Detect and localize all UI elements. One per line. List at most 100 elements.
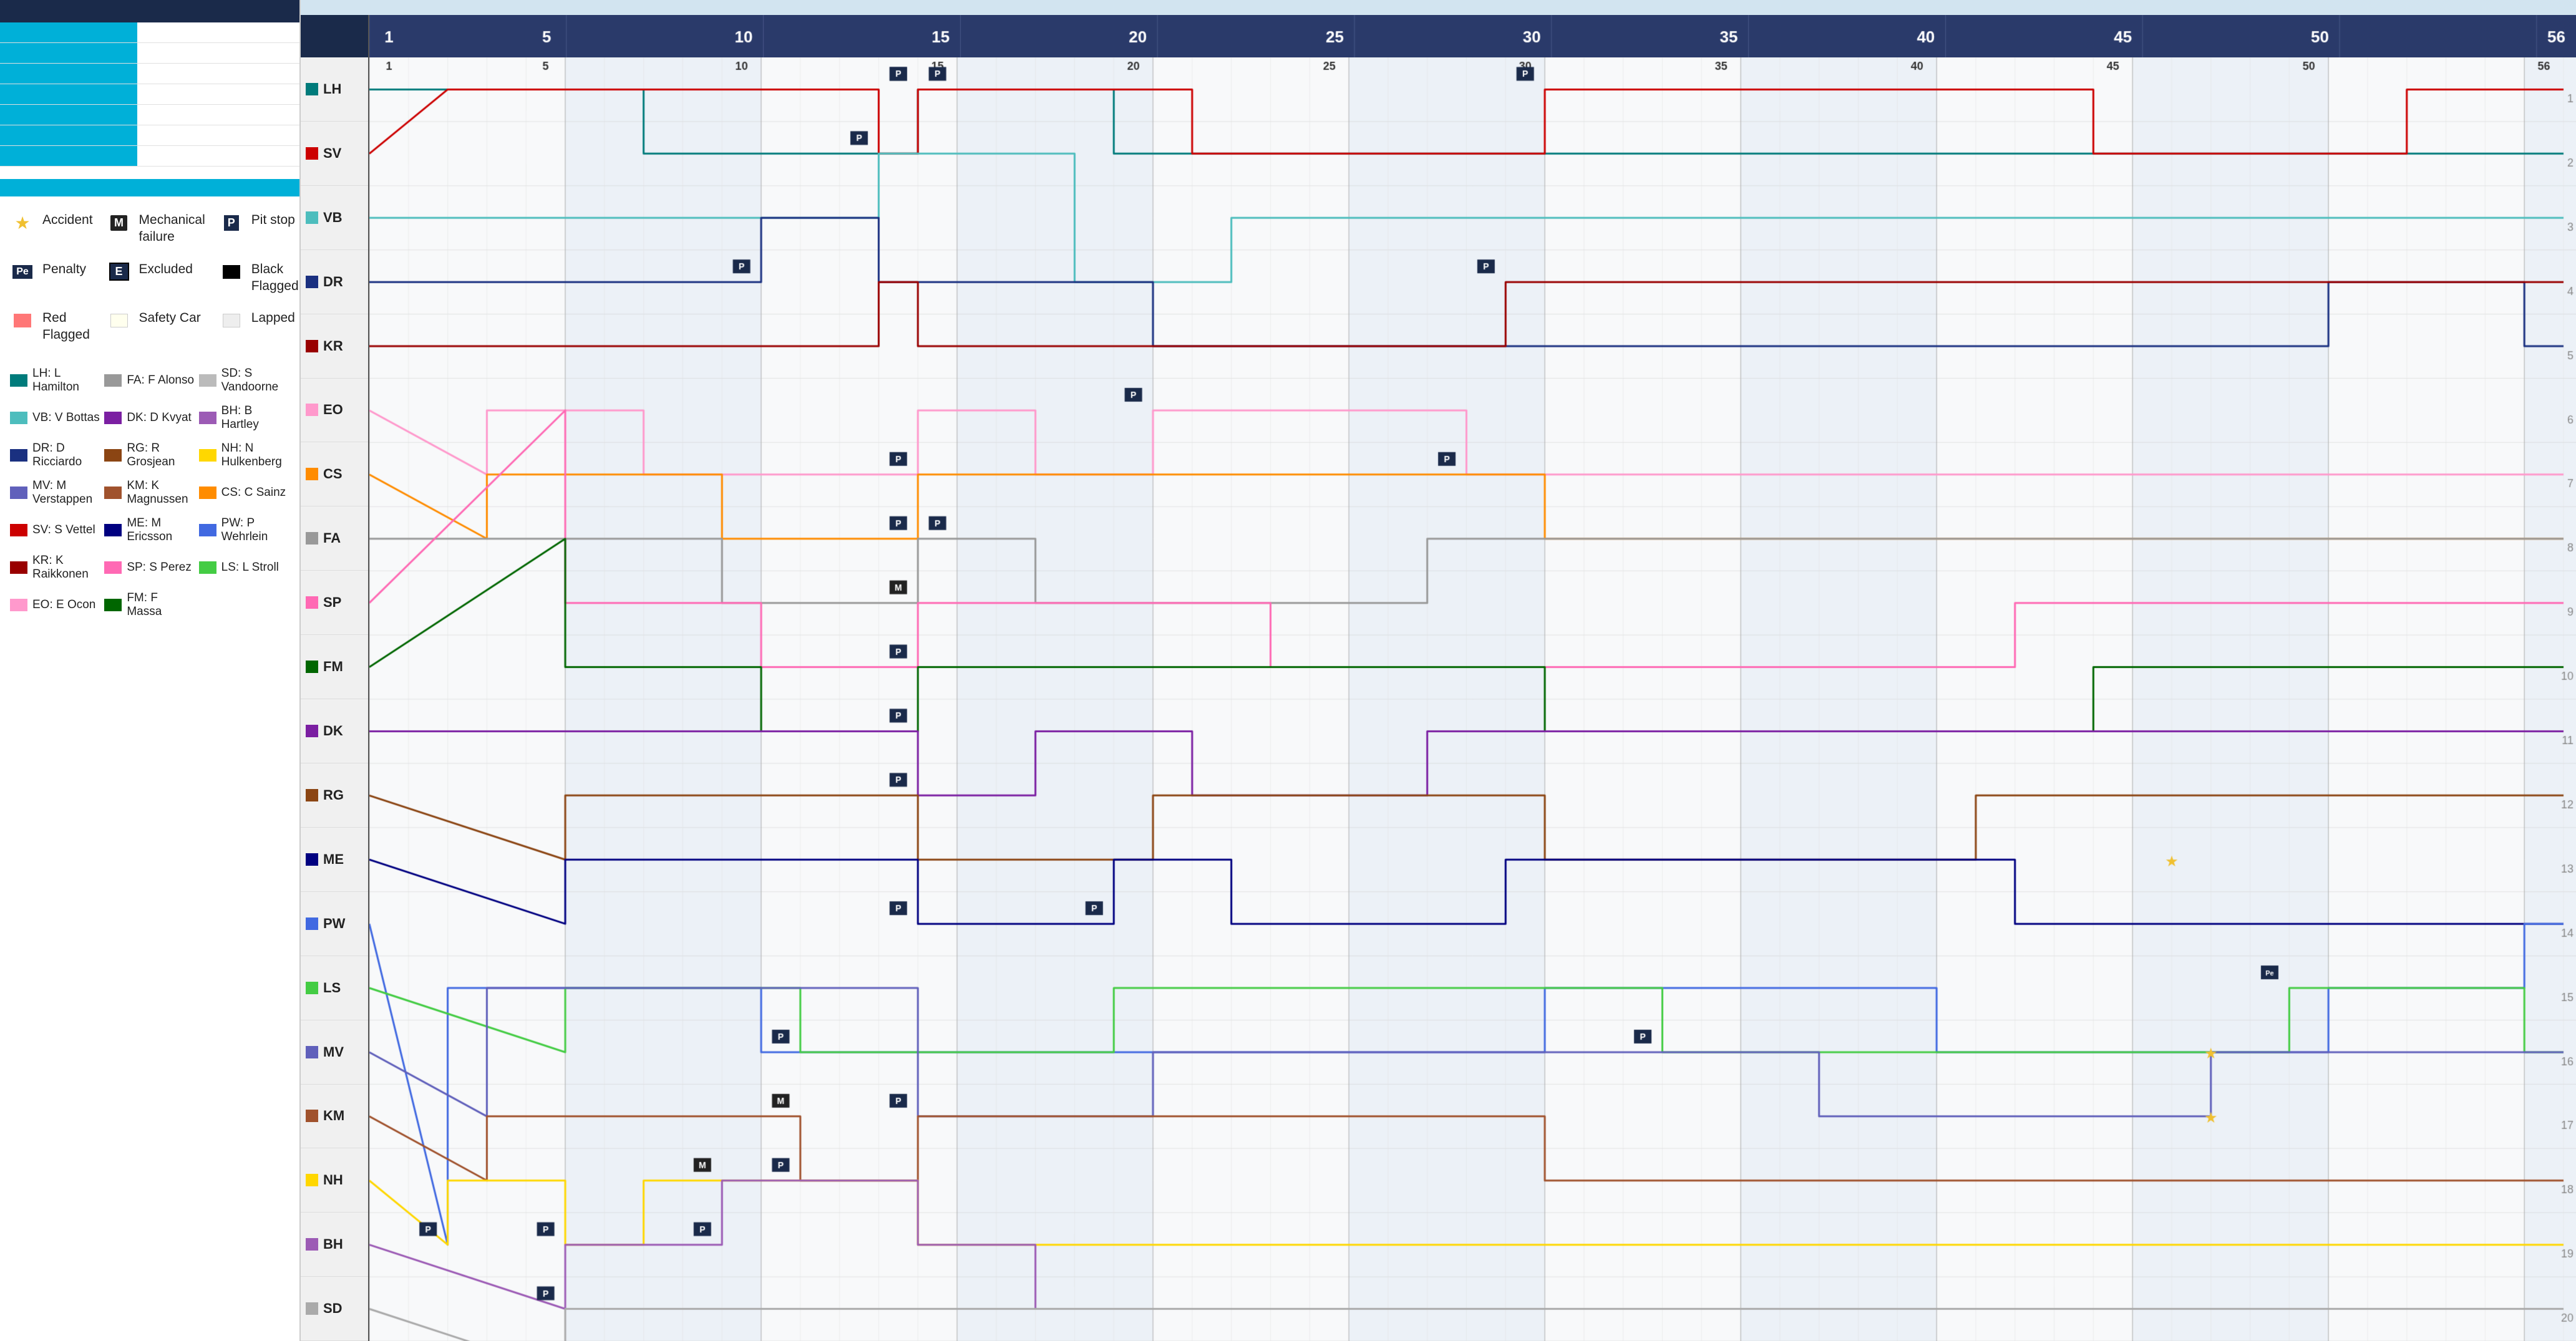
driver-color-indicator [306,725,318,737]
race-date-value [137,22,162,42]
driver-code-label: LS [323,980,341,996]
pos-row-14: PW [301,892,368,956]
safety-car-label: Safety Car [139,309,201,326]
length-value [137,105,162,125]
driver-lh: LH: L Hamilton [10,364,100,397]
distance-row [0,125,299,146]
driver-color-indicator [306,661,318,673]
pos-row-3: VB [301,186,368,250]
driver-color-indicator [306,853,318,866]
driver-color-indicator [306,1110,318,1122]
driver-code-label: LH [323,81,341,97]
round-header [0,0,299,22]
start-value [137,84,162,104]
black-flag-icon [218,261,245,283]
driver-code-label: KM [323,1108,344,1124]
right-panel: LHSVVBDRKREOCSFASPFMDKRGMEPWLSMVKMNHBHSD [299,0,2576,1341]
pos-row-8: FA [301,506,368,571]
pos-row-5: KR [301,314,368,379]
driver-ls: LS: L Stroll [199,551,289,584]
key-header [0,179,299,196]
me-label: ME: M Ericsson [127,516,195,544]
penalty-label: Penalty [42,261,86,278]
driver-color-indicator [306,1046,318,1058]
fa-color [104,374,122,387]
pos-row-1: LH [301,57,368,122]
left-panel: ★ Accident M Mechanical failure P Pit st… [0,0,299,1341]
distance-value [137,125,162,145]
chart-wrapper: LHSVVBDRKREOCSFASPFMDKRGMEPWLSMVKMNHBHSD [301,0,2576,1341]
fm-color [104,599,122,611]
cs-label: CS: C Sainz [221,486,286,500]
race-date-label [0,22,137,42]
mv-label: MV: M Verstappen [32,479,100,506]
circuit-value [137,43,162,63]
rg-color [104,449,122,462]
pos-row-17: KM [301,1085,368,1149]
driver-sd: SD: S Vandoorne [199,364,289,397]
pos-row-19: BH [301,1213,368,1277]
dr-color [10,449,27,462]
driver-dr: DR: D Ricciardo [10,438,100,472]
driver-code-label: CS [323,466,343,482]
driver-color-indicator [306,532,318,545]
mechanical-label: Mechanical failure [139,211,205,246]
driver-pw: PW: P Wehrlein [199,513,289,547]
accident-label: Accident [42,211,93,228]
lap-record-label [0,146,137,166]
driver-code-label: SP [323,594,341,611]
driver-code-label: SD [323,1300,343,1317]
driver-color-indicator [306,404,318,416]
lapped-icon [218,309,245,332]
driver-fa: FA: F Alonso [104,364,195,397]
key-black-flag: Black Flagged [214,256,303,300]
chart-header [301,15,2576,57]
rg-label: RG: R Grosjean [127,442,195,469]
dr-label: DR: D Ricciardo [32,442,100,469]
driver-rg: RG: R Grosjean [104,438,195,472]
key-pitstop: P Pit stop [214,206,303,251]
lap-record-value [137,146,162,166]
key-mechanical: M Mechanical failure [102,206,209,251]
length-label [0,105,137,125]
excluded-icon: E [105,261,133,283]
lh-label: LH: L Hamilton [32,367,100,394]
driver-fm: FM: F Massa [104,588,195,622]
accident-icon: ★ [9,211,36,234]
chart-body: LHSVVBDRKREOCSFASPFMDKRGMEPWLSMVKMNHBHSD [301,57,2576,1341]
driver-vb: VB: V Bottas [10,401,100,435]
vb-label: VB: V Bottas [32,411,100,425]
km-color [104,487,122,499]
sp-color [104,561,122,574]
main-container: ★ Accident M Mechanical failure P Pit st… [0,0,2576,1341]
pw-label: PW: P Wehrlein [221,516,289,544]
race-date-row [0,22,299,43]
driver-color-indicator [306,211,318,224]
driver-code-label: FM [323,659,343,675]
mv-color [10,487,27,499]
pos-row-13: ME [301,828,368,892]
driver-color-indicator [306,1238,318,1251]
pos-row-20: SD [301,1277,368,1341]
driver-dk: DK: D Kvyat [104,401,195,435]
pw-color [199,524,216,536]
penalty-icon: Pe [9,261,36,283]
red-flag-icon [9,309,36,332]
red-flag-label: Red Flagged [42,309,93,344]
grid-header [301,15,369,57]
driver-kr: KR: K Raikkonen [10,551,100,584]
safety-car-icon [105,309,133,332]
driver-cs: CS: C Sainz [199,476,289,510]
key-penalty: Pe Penalty [5,256,97,300]
me-color [104,524,122,536]
laps-value [137,64,162,84]
ls-color [199,561,216,574]
driver-color-indicator [306,789,318,801]
vb-color [10,412,27,424]
driver-color-indicator [306,147,318,160]
driver-nh: NH: N Hulkenberg [199,438,289,472]
pos-row-2: SV [301,122,368,186]
driver-sp: SP: S Perez [104,551,195,584]
pos-row-11: DK [301,699,368,763]
ls-label: LS: L Stroll [221,561,279,574]
